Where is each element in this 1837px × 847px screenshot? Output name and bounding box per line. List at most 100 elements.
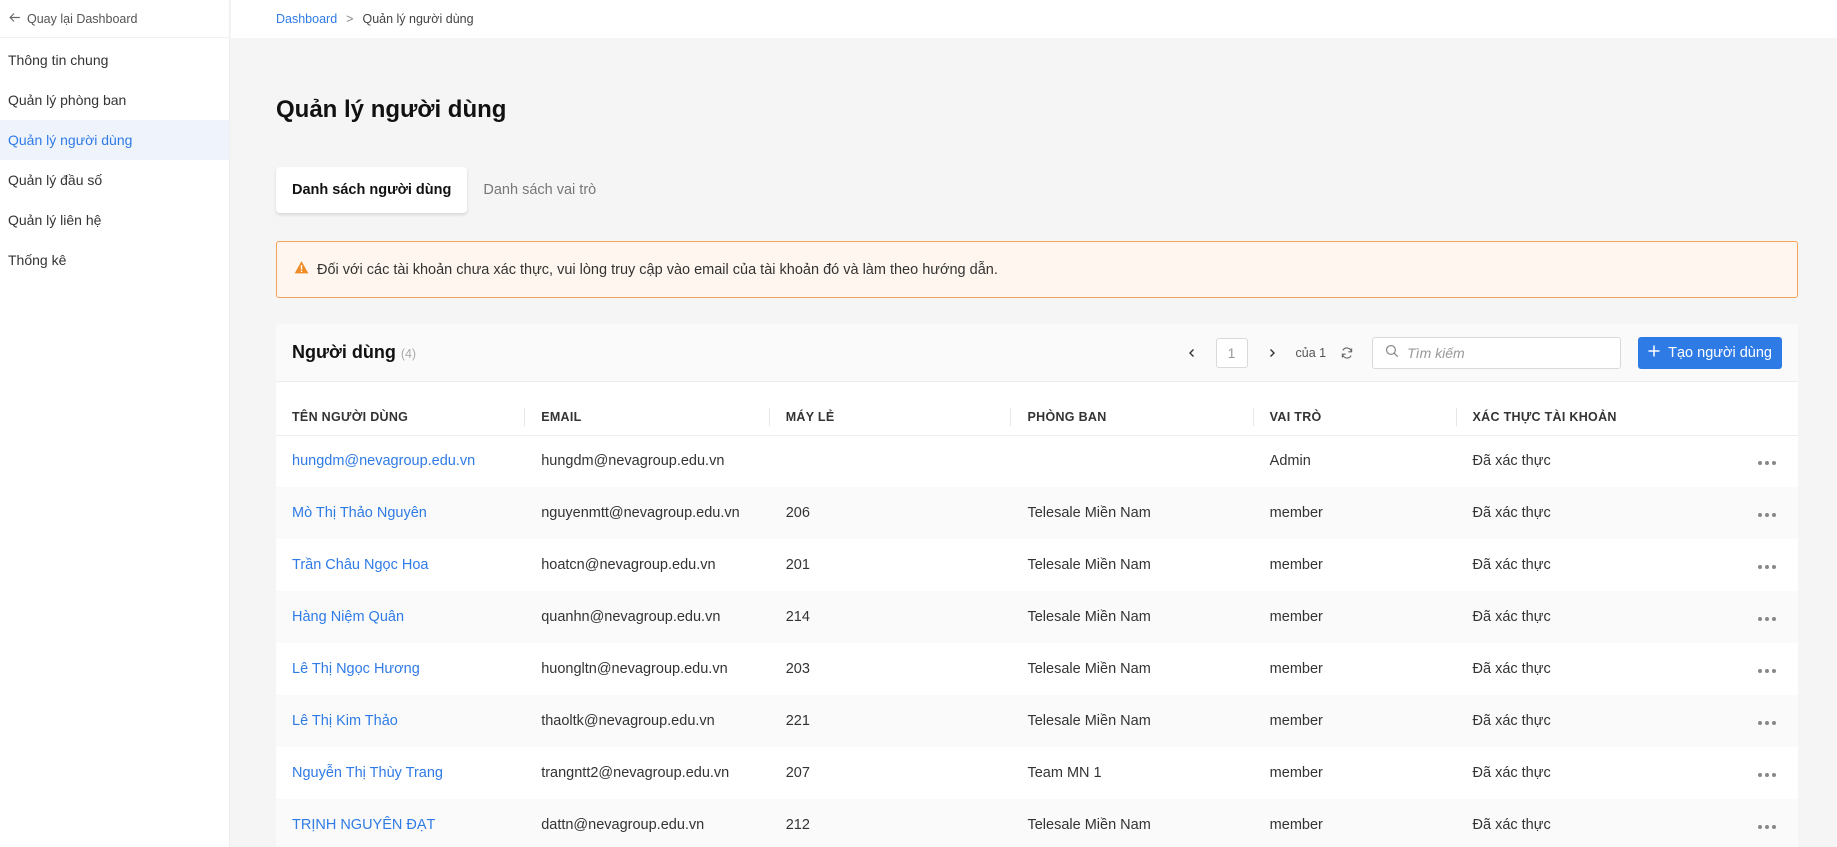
user-department: Telesale Miền Nam <box>1011 799 1254 847</box>
table-row: Nguyễn Thị Thùy Trang trangntt2@nevagrou… <box>276 747 1798 799</box>
user-department: Telesale Miền Nam <box>1011 695 1254 747</box>
card-title: Người dùng <box>292 342 396 362</box>
user-name-link[interactable]: Lê Thị Ngọc Hương <box>276 643 525 695</box>
user-name-link[interactable]: TRỊNH NGUYÊN ĐẠT <box>276 799 526 847</box>
user-extension: 221 <box>769 695 1012 747</box>
tab-user-list[interactable]: Danh sách người dùng <box>276 167 468 213</box>
more-options-icon[interactable] <box>1754 821 1780 833</box>
user-verification: Đã xác thực <box>1456 591 1738 643</box>
user-department: Team MN 1 <box>1027 765 1102 781</box>
more-options-icon[interactable] <box>1754 509 1780 521</box>
table-row: hungdm@nevagroup.edu.vn hungdm@nevagroup… <box>276 435 1798 487</box>
sidebar-item-general-info[interactable]: Thông tin chung <box>0 40 229 80</box>
search-input[interactable] <box>1407 344 1598 361</box>
row-actions <box>1738 643 1798 695</box>
arrow-left-icon <box>8 11 21 27</box>
user-role: member <box>1253 591 1457 643</box>
tab-role-list[interactable]: Danh sách vai trò <box>467 167 612 213</box>
user-extension: 201 <box>785 557 810 573</box>
user-email: hoatcn@nevagroup.edu.vn <box>541 557 716 573</box>
user-role: member <box>1269 765 1323 781</box>
plus-icon <box>1648 345 1660 361</box>
user-department: Telesale Miền Nam <box>1011 591 1254 643</box>
user-email: nguyenmtt@nevagroup.edu.vn <box>525 487 770 539</box>
row-actions <box>1738 539 1798 591</box>
sidebar-item-departments[interactable]: Quản lý phòng ban <box>0 80 229 120</box>
user-email: quanhn@nevagroup.edu.vn <box>525 591 770 643</box>
breadcrumb-dashboard-link[interactable]: Dashboard <box>276 12 337 26</box>
more-options-icon[interactable] <box>1754 717 1780 729</box>
user-verification: Đã xác thực <box>1456 695 1738 747</box>
sidebar-item-label: Quản lý đầu số <box>8 172 103 188</box>
user-extension: 212 <box>769 799 1012 847</box>
table-row: Mò Thị Thảo Nguyên nguyenmtt@nevagroup.e… <box>276 487 1798 539</box>
column-header-department[interactable]: PHÒNG BAN <box>1011 399 1254 436</box>
table-row: Hàng Niệm Quân quanhn@nevagroup.edu.vn 2… <box>276 591 1798 643</box>
sidebar-nav: Thông tin chung Quản lý phòng ban Quản l… <box>0 40 229 280</box>
sidebar-item-phone-numbers[interactable]: Quản lý đầu số <box>0 160 229 200</box>
more-options-icon[interactable] <box>1754 457 1780 469</box>
create-user-button[interactable]: Tạo người dùng <box>1638 336 1782 369</box>
user-department: Telesale Miền Nam <box>1011 487 1254 539</box>
user-verification: Đã xác thực <box>1456 487 1738 539</box>
row-actions <box>1737 487 1798 539</box>
user-verification: Đã xác thực <box>1456 799 1738 847</box>
user-name-link[interactable]: Nguyễn Thị Thùy Trang <box>276 747 525 799</box>
sidebar-item-label: Quản lý liên hệ <box>8 212 102 228</box>
page-total-label: của 1 <box>1295 345 1327 360</box>
column-header-username[interactable]: TÊN NGƯỜI DÙNG <box>276 399 526 436</box>
user-name-link[interactable]: Mò Thị Thảo Nguyên <box>276 487 526 539</box>
user-count: (4) <box>400 346 417 361</box>
row-actions <box>1737 799 1798 847</box>
column-header-email[interactable]: EMAIL <box>525 399 770 436</box>
create-user-label: Tạo người dùng <box>1668 344 1772 361</box>
user-email: hungdm@nevagroup.edu.vn <box>541 453 725 470</box>
user-name-link[interactable]: hungdm@nevagroup.edu.vn <box>276 435 525 487</box>
page-number-input[interactable]: 1 <box>1215 337 1248 368</box>
prev-page-button[interactable] <box>1178 339 1206 367</box>
user-name-link[interactable]: Hàng Niệm Quân <box>276 591 526 643</box>
breadcrumb-current: Quản lý người dùng <box>362 12 474 26</box>
user-role: member <box>1253 487 1457 539</box>
refresh-button[interactable] <box>1334 340 1360 366</box>
users-table: TÊN NGƯỜI DÙNG EMAIL MÁY LẺ PHÒNG BAN VA… <box>276 399 1798 847</box>
sidebar-item-label: Thông tin chung <box>8 52 109 68</box>
sidebar-item-contacts[interactable]: Quản lý liên hệ <box>0 200 229 240</box>
column-header-role[interactable]: VAI TRÒ <box>1253 399 1457 436</box>
sidebar-item-users[interactable]: Quản lý người dùng <box>0 120 229 160</box>
user-role: member <box>1269 661 1323 677</box>
sidebar-item-statistics[interactable]: Thống kê <box>0 240 229 280</box>
chevron-left-icon <box>1188 348 1194 357</box>
warning-alert: Đối với các tài khoản chưa xác thực, vui… <box>276 241 1798 298</box>
column-header-extension[interactable]: MÁY LẺ <box>769 399 1012 436</box>
user-email: trangntt2@nevagroup.edu.vn <box>541 765 730 781</box>
breadcrumb-separator: > <box>346 12 354 26</box>
next-page-button[interactable] <box>1258 339 1286 367</box>
user-department <box>1011 435 1253 487</box>
table-row: Lê Thị Ngọc Hương huongltn@nevagroup.edu… <box>276 643 1798 695</box>
user-email: huongltn@nevagroup.edu.vn <box>541 661 728 677</box>
table-row: Lê Thị Kim Thảo thaoltk@nevagroup.edu.vn… <box>276 695 1798 747</box>
more-options-icon[interactable] <box>1754 769 1780 781</box>
user-name-link[interactable]: Trần Châu Ngọc Hoa <box>276 539 525 591</box>
row-actions <box>1738 747 1798 799</box>
user-verification: Đã xác thực <box>1472 557 1551 573</box>
search-icon <box>1385 344 1399 361</box>
users-card: Người dùng (4) 1 của 1 Tạo n <box>276 324 1798 847</box>
more-options-icon[interactable] <box>1754 561 1780 573</box>
more-options-icon[interactable] <box>1754 665 1780 677</box>
breadcrumb: Dashboard > Quản lý người dùng <box>231 0 1837 38</box>
sidebar-item-label: Quản lý người dùng <box>8 132 133 148</box>
sidebar-item-label: Quản lý phòng ban <box>8 92 127 108</box>
back-to-dashboard-link[interactable]: Quay lại Dashboard <box>0 0 229 38</box>
more-options-icon[interactable] <box>1754 613 1780 625</box>
column-header-verification[interactable]: XÁC THỰC TÀI KHOẢN <box>1456 399 1738 436</box>
user-extension: 206 <box>769 487 1012 539</box>
user-role: member <box>1269 557 1323 573</box>
users-card-header: Người dùng (4) 1 của 1 Tạo n <box>276 324 1798 382</box>
table-row: Trần Châu Ngọc Hoa hoatcn@nevagroup.edu.… <box>276 539 1798 591</box>
tabs: Danh sách người dùng Danh sách vai trò <box>276 167 612 213</box>
page-title: Quản lý người dùng <box>276 96 507 123</box>
user-name-link[interactable]: Lê Thị Kim Thảo <box>276 695 526 747</box>
table-row: TRỊNH NGUYÊN ĐẠT dattn@nevagroup.edu.vn … <box>276 799 1798 847</box>
